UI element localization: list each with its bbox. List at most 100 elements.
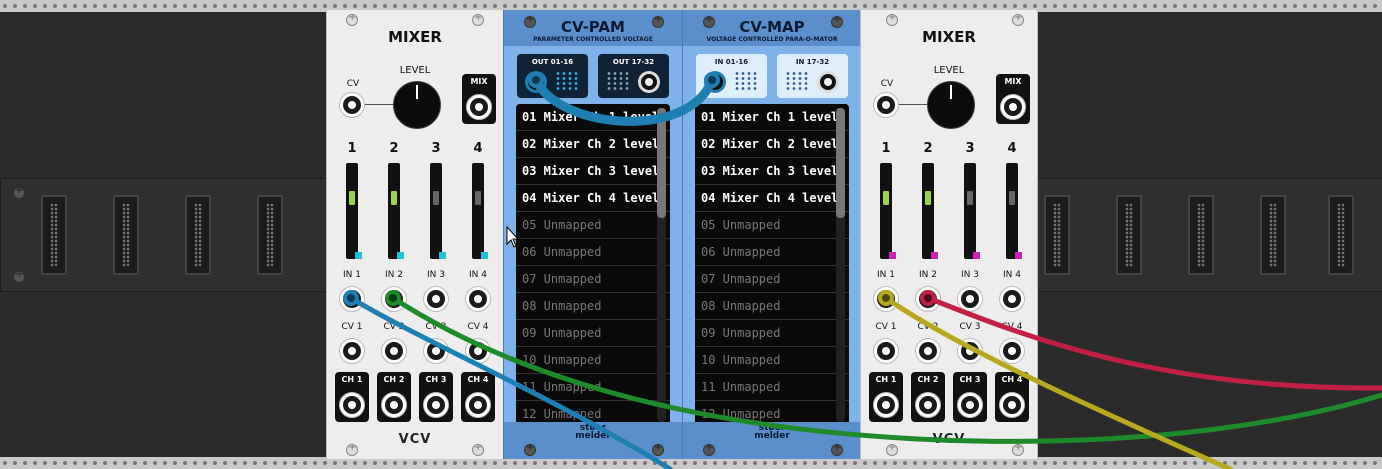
cv-2-jack[interactable] xyxy=(915,338,941,364)
mapping-slot[interactable]: 10 Unmapped xyxy=(695,347,849,374)
mapping-slot[interactable]: 07 Unmapped xyxy=(695,266,849,293)
channel-number: 1 xyxy=(347,141,357,156)
mapping-slot[interactable]: 07 Unmapped xyxy=(516,266,670,293)
in-label: IN 4 xyxy=(1003,270,1021,280)
cv-4-jack[interactable] xyxy=(465,338,491,364)
ch-3-output-jack[interactable] xyxy=(957,392,983,418)
cv-3-jack[interactable] xyxy=(957,338,983,364)
mapping-slot[interactable]: 03 Mixer Ch 3 level xyxy=(516,158,670,185)
module-title: CV-MAP xyxy=(739,18,805,36)
channel-3-fader[interactable] xyxy=(430,163,446,259)
ch-2-output-jack[interactable] xyxy=(381,392,407,418)
mapping-slot[interactable]: 05 Unmapped xyxy=(516,212,670,239)
mapping-slot[interactable]: 03 Mixer Ch 3 level xyxy=(695,158,849,185)
list-scrollbar[interactable] xyxy=(657,108,666,422)
level-knob[interactable] xyxy=(393,81,441,129)
mapping-slot[interactable]: 04 Mixer Ch 4 level xyxy=(695,185,849,212)
in-label: IN 3 xyxy=(427,270,445,280)
screw-icon xyxy=(472,442,484,456)
mapping-slot[interactable]: 09 Unmapped xyxy=(695,320,849,347)
channel-4-fader[interactable] xyxy=(1006,163,1022,259)
fader-handle[interactable] xyxy=(475,191,481,205)
channel-led xyxy=(481,252,488,259)
cv-1-jack[interactable] xyxy=(339,338,365,364)
in-01-16-port: IN 01-16 xyxy=(696,54,767,98)
in-2-jack[interactable] xyxy=(915,286,941,312)
mixer-cv-jack[interactable] xyxy=(873,92,899,118)
channel-number: 4 xyxy=(1007,141,1017,156)
out-17-32-port: OUT 17-32 xyxy=(598,54,669,98)
scrollbar-thumb[interactable] xyxy=(657,108,666,218)
ch-1-output-jack[interactable] xyxy=(873,392,899,418)
port-label: OUT 17-32 xyxy=(612,58,655,66)
cv-2-jack[interactable] xyxy=(381,338,407,364)
screw-icon xyxy=(346,442,358,456)
fader-handle[interactable] xyxy=(433,191,439,205)
cv-3-jack[interactable] xyxy=(423,338,449,364)
ch-1-output: CH 1 xyxy=(869,372,903,422)
fader-handle[interactable] xyxy=(883,191,889,205)
out-17-32-jack[interactable] xyxy=(638,71,660,93)
in-1-jack[interactable] xyxy=(339,286,365,312)
in-3-jack[interactable] xyxy=(423,286,449,312)
channel-1-fader[interactable] xyxy=(880,163,896,259)
scrollbar-thumb[interactable] xyxy=(836,108,845,218)
mix-output-jack[interactable] xyxy=(466,94,492,120)
mapping-slot[interactable]: 06 Unmapped xyxy=(516,239,670,266)
mapping-slot[interactable]: 02 Mixer Ch 2 level xyxy=(695,131,849,158)
ch-3-output-jack[interactable] xyxy=(423,392,449,418)
mapping-slot[interactable]: 06 Unmapped xyxy=(695,239,849,266)
module-subtitle: VOLTAGE CONTROLLED PARA-O-MATOR xyxy=(706,36,838,43)
channel-number: 3 xyxy=(431,141,441,156)
cv-input-label: CV 1 xyxy=(341,322,363,332)
in-4-jack[interactable] xyxy=(465,286,491,312)
mixer-cv-jack[interactable] xyxy=(339,92,365,118)
channel-4-fader[interactable] xyxy=(472,163,488,259)
cv-input-label: CV 4 xyxy=(1001,322,1023,332)
mapping-slot[interactable]: 08 Unmapped xyxy=(516,293,670,320)
channel-2-fader[interactable] xyxy=(388,163,404,259)
in-17-32-jack[interactable] xyxy=(817,71,839,93)
mapping-slot[interactable]: 05 Unmapped xyxy=(695,212,849,239)
cv-4-jack[interactable] xyxy=(999,338,1025,364)
channel-1-fader[interactable] xyxy=(346,163,362,259)
mapping-slot[interactable]: 01 Mixer Ch 1 level xyxy=(695,104,849,131)
screw-icon xyxy=(1012,442,1024,456)
mapping-slot[interactable]: 02 Mixer Ch 2 level xyxy=(516,131,670,158)
mapping-slot[interactable]: 10 Unmapped xyxy=(516,347,670,374)
fader-handle[interactable] xyxy=(391,191,397,205)
fader-handle[interactable] xyxy=(349,191,355,205)
channel-2-fader[interactable] xyxy=(922,163,938,259)
channel-3-fader[interactable] xyxy=(964,163,980,259)
in-1-jack[interactable] xyxy=(873,286,899,312)
in-01-16-jack[interactable] xyxy=(704,71,726,93)
screw-icon xyxy=(524,442,536,456)
cv-1-jack[interactable] xyxy=(873,338,899,364)
mapping-slot[interactable]: 09 Unmapped xyxy=(516,320,670,347)
fader-handle[interactable] xyxy=(1009,191,1015,205)
mixer-module-right: MIXER LEVEL CV MIX 1 2 3 4 IN 1 IN 2 IN … xyxy=(860,10,1038,459)
ch-1-output-jack[interactable] xyxy=(339,392,365,418)
mapping-slot[interactable]: 04 Mixer Ch 4 level xyxy=(516,185,670,212)
mapping-slot[interactable]: 11 Unmapped xyxy=(695,374,849,401)
fader-handle[interactable] xyxy=(967,191,973,205)
out-01-16-jack[interactable] xyxy=(525,71,547,93)
in-2-jack[interactable] xyxy=(381,286,407,312)
fader-handle[interactable] xyxy=(925,191,931,205)
ch-label: CH 4 xyxy=(1001,375,1023,384)
in-4-jack[interactable] xyxy=(999,286,1025,312)
level-knob[interactable] xyxy=(927,81,975,129)
ch-4-output-jack[interactable] xyxy=(465,392,491,418)
mapping-slot[interactable]: 11 Unmapped xyxy=(516,374,670,401)
in-label: IN 4 xyxy=(469,270,487,280)
ch-4-output-jack[interactable] xyxy=(999,392,1025,418)
ch-2-output-jack[interactable] xyxy=(915,392,941,418)
mapping-slot[interactable]: 01 Mixer Ch 1 level xyxy=(516,104,670,131)
in-3-jack[interactable] xyxy=(957,286,983,312)
mix-output-jack[interactable] xyxy=(1000,94,1026,120)
screw-icon xyxy=(346,12,358,26)
cv-map-module: CV-MAP VOLTAGE CONTROLLED PARA-O-MATOR I… xyxy=(682,10,862,459)
channel-led xyxy=(973,252,980,259)
mapping-slot[interactable]: 08 Unmapped xyxy=(695,293,849,320)
list-scrollbar[interactable] xyxy=(836,108,845,422)
